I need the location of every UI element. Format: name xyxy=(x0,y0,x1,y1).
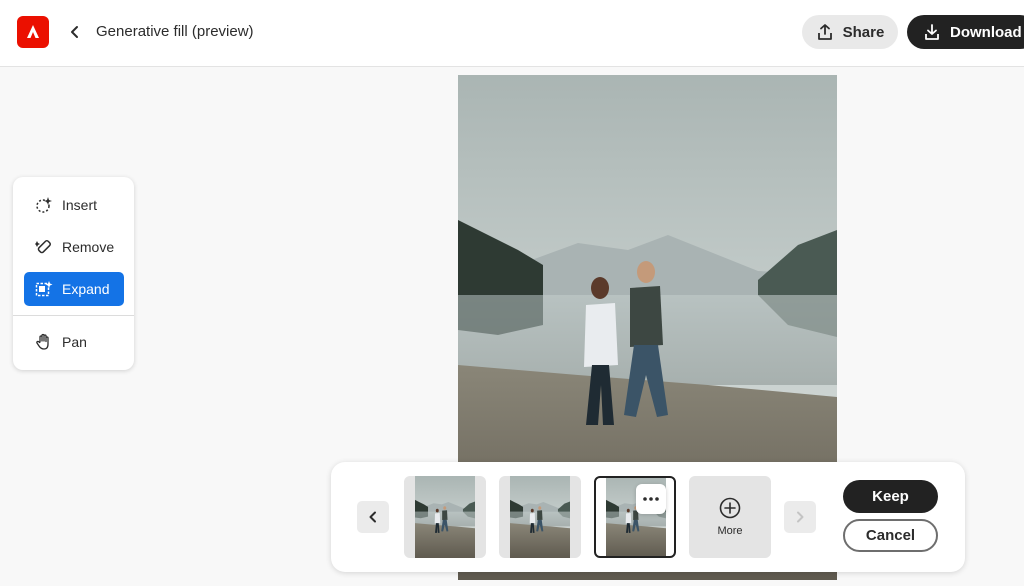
variation-thumbnail-2[interactable] xyxy=(499,476,581,558)
next-variation-button[interactable] xyxy=(784,501,816,533)
adobe-logo-icon xyxy=(27,25,39,38)
page-title: Generative fill (preview) xyxy=(96,23,254,40)
more-options-icon xyxy=(643,497,659,501)
insert-icon xyxy=(35,196,53,214)
share-button[interactable]: Share xyxy=(802,15,898,49)
tool-insert-label: Insert xyxy=(62,197,98,213)
fill-tools-panel: Insert Remove Expand Pan xyxy=(13,177,134,370)
tool-divider xyxy=(13,315,134,316)
share-label: Share xyxy=(842,23,885,41)
expand-icon xyxy=(35,280,53,298)
tool-insert[interactable]: Insert xyxy=(24,188,124,222)
variation-options-button[interactable] xyxy=(636,484,666,514)
download-icon xyxy=(925,24,939,40)
download-button[interactable]: Download xyxy=(907,15,1024,49)
back-button[interactable] xyxy=(64,21,86,43)
cancel-button[interactable]: Cancel xyxy=(843,519,938,552)
chevron-left-icon xyxy=(369,511,376,523)
download-label: Download xyxy=(950,23,1022,41)
variation-2-image xyxy=(510,476,570,558)
hand-icon xyxy=(35,333,53,351)
chevron-right-icon xyxy=(797,511,804,523)
adobe-express-logo[interactable] xyxy=(17,16,49,48)
add-circle-icon xyxy=(719,497,741,519)
remove-icon xyxy=(35,238,53,256)
variation-picker: More Keep Cancel xyxy=(331,462,965,572)
chevron-left-icon xyxy=(71,26,78,38)
tool-pan[interactable]: Pan xyxy=(24,325,124,359)
variation-thumbnail-3[interactable] xyxy=(594,476,676,558)
tool-expand[interactable]: Expand xyxy=(24,272,124,306)
more-label: More xyxy=(717,525,743,537)
tool-expand-label: Expand xyxy=(62,281,110,297)
share-icon xyxy=(817,24,832,40)
tool-remove[interactable]: Remove xyxy=(24,230,124,264)
top-bar: Generative fill (preview) Share Download xyxy=(0,0,1024,67)
variation-1-image xyxy=(415,476,475,558)
keep-button[interactable]: Keep xyxy=(843,480,938,513)
variation-thumbnail-1[interactable] xyxy=(404,476,486,558)
more-variations-button[interactable]: More xyxy=(689,476,771,558)
tool-pan-label: Pan xyxy=(62,334,87,350)
previous-variation-button[interactable] xyxy=(357,501,389,533)
tool-remove-label: Remove xyxy=(62,239,115,255)
